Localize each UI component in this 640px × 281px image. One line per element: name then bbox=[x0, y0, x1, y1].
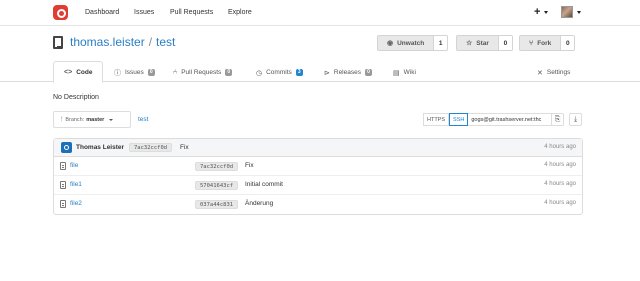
star-icon: ☆ bbox=[466, 40, 473, 47]
star-count[interactable]: 0 bbox=[498, 35, 513, 51]
download-icon: ⤓ bbox=[573, 115, 578, 123]
clone-url-group: HTTPS SSH gogs@git.trashserver.net:thc bbox=[423, 113, 553, 126]
fork-count[interactable]: 0 bbox=[561, 35, 576, 51]
fork-icon: ⑂ bbox=[529, 39, 534, 47]
tab-commits-label: Commits bbox=[266, 69, 292, 76]
eye-icon: ◉ bbox=[387, 40, 394, 47]
top-navbar: Dashboard Issues Pull Requests Explore + bbox=[0, 0, 640, 26]
tab-commits-badge: 3 bbox=[295, 69, 303, 76]
tab-wiki[interactable]: ▤ Wiki bbox=[393, 63, 416, 82]
fork-button[interactable]: ⑂ Fork bbox=[519, 35, 562, 51]
file-name-link[interactable]: file1 bbox=[70, 181, 82, 188]
repo-description: No Description bbox=[53, 94, 99, 101]
breadcrumb-repo-link[interactable]: test bbox=[138, 116, 148, 123]
tab-pull-requests[interactable]: ⑃ Pull Requests 0 bbox=[173, 63, 233, 82]
download-button[interactable]: ⤓ bbox=[569, 113, 582, 126]
tab-wiki-label: Wiki bbox=[403, 69, 416, 76]
author-avatar[interactable] bbox=[61, 142, 72, 153]
book-icon: ▤ bbox=[393, 69, 400, 77]
tab-code[interactable]: <> Code bbox=[53, 61, 104, 83]
table-row: file2 037a44c831 Änderung 4 hours ago bbox=[54, 195, 582, 214]
history-icon: ◷ bbox=[256, 69, 263, 77]
repo-separator: / bbox=[148, 35, 153, 49]
branch-icon: ᚴ bbox=[60, 116, 64, 123]
tab-issues-label: Issues bbox=[125, 69, 144, 76]
clipboard-icon: ⎘ bbox=[554, 115, 561, 123]
branch-name: master bbox=[86, 116, 105, 123]
tag-icon: ⊳ bbox=[324, 69, 330, 77]
tab-releases-label: Releases bbox=[333, 69, 361, 76]
tab-settings-label: Settings bbox=[546, 69, 571, 76]
branch-dropdown[interactable]: ᚴ Branch: master bbox=[53, 111, 131, 128]
create-new-button[interactable]: + bbox=[534, 6, 540, 18]
copy-url-button[interactable]: ⎘ bbox=[551, 113, 564, 126]
file-commit-sha[interactable]: 7ac32ccf0d bbox=[195, 162, 239, 171]
file-commit-time: 4 hours ago bbox=[544, 181, 576, 187]
star-group: ☆ Star 0 bbox=[456, 35, 513, 51]
user-avatar[interactable] bbox=[561, 6, 573, 18]
file-commit-message: Änderung bbox=[245, 200, 274, 207]
tab-issues[interactable]: ⓘ Issues 0 bbox=[114, 63, 155, 82]
commit-time: 4 hours ago bbox=[544, 144, 576, 150]
table-row: file1 57041643cf Initial commit 4 hours … bbox=[54, 176, 582, 195]
tab-pull-requests-badge: 0 bbox=[225, 69, 233, 76]
file-text-icon bbox=[60, 162, 66, 170]
user-dropdown-caret-icon[interactable] bbox=[577, 11, 581, 14]
chevron-down-icon bbox=[109, 118, 114, 121]
latest-commit-header: Thomas Leister 7ac32ccf0d Fix 4 hours ag… bbox=[54, 139, 582, 157]
tab-pull-requests-label: Pull Requests bbox=[181, 69, 222, 76]
commit-author[interactable]: Thomas Leister bbox=[76, 144, 124, 151]
file-commit-time: 4 hours ago bbox=[544, 162, 576, 168]
unwatch-label: Unwatch bbox=[397, 39, 425, 47]
unwatch-button[interactable]: ◉ Unwatch bbox=[377, 35, 435, 51]
nav-explore[interactable]: Explore bbox=[228, 9, 252, 16]
repo-owner-link[interactable]: thomas.leister bbox=[70, 35, 145, 49]
file-commit-sha[interactable]: 037a44c831 bbox=[195, 200, 239, 209]
ssh-button[interactable]: SSH bbox=[449, 113, 469, 126]
file-commit-sha[interactable]: 57041643cf bbox=[195, 181, 239, 190]
file-commit-time: 4 hours ago bbox=[544, 200, 576, 206]
tab-issues-badge: 0 bbox=[147, 69, 155, 76]
gogs-logo-icon[interactable] bbox=[53, 5, 68, 20]
file-text-icon bbox=[60, 200, 66, 208]
repo-icon bbox=[53, 36, 63, 49]
nav-issues[interactable]: Issues bbox=[134, 9, 154, 16]
tab-commits[interactable]: ◷ Commits 3 bbox=[256, 63, 303, 82]
tab-code-label: Code bbox=[76, 68, 93, 76]
repo-name-link[interactable]: test bbox=[156, 35, 175, 49]
tools-icon: ✕ bbox=[537, 69, 543, 77]
star-button[interactable]: ☆ Star bbox=[456, 35, 499, 51]
watch-count[interactable]: 1 bbox=[434, 35, 449, 51]
file-name-link[interactable]: file bbox=[70, 162, 78, 169]
tab-settings[interactable]: ✕ Settings bbox=[537, 63, 570, 82]
commit-sha-badge[interactable]: 7ac32ccf0d bbox=[129, 143, 173, 152]
https-button[interactable]: HTTPS bbox=[423, 113, 450, 126]
repo-title: thomas.leister / test bbox=[70, 35, 175, 49]
branch-prefix: Branch: bbox=[65, 116, 85, 123]
fork-group: ⑂ Fork 0 bbox=[519, 35, 576, 51]
nav-pull-requests[interactable]: Pull Requests bbox=[170, 9, 213, 16]
star-label: Star bbox=[476, 39, 489, 47]
file-text-icon bbox=[60, 181, 66, 189]
create-dropdown-caret-icon[interactable] bbox=[544, 11, 548, 14]
watch-group: ◉ Unwatch 1 bbox=[377, 35, 449, 51]
file-name-link[interactable]: file2 bbox=[70, 200, 82, 207]
file-commit-message: Initial commit bbox=[245, 181, 283, 188]
clone-url-input[interactable]: gogs@git.trashserver.net:thc bbox=[468, 113, 553, 126]
file-commit-message: Fix bbox=[245, 162, 254, 169]
nav-dashboard[interactable]: Dashboard bbox=[85, 9, 119, 16]
fork-label: Fork bbox=[537, 39, 552, 47]
tab-releases-badge: 0 bbox=[364, 69, 372, 76]
pull-request-icon: ⑃ bbox=[173, 69, 178, 76]
table-row: file 7ac32ccf0d Fix 4 hours ago bbox=[54, 157, 582, 176]
code-icon: <> bbox=[64, 68, 73, 76]
commit-message: Fix bbox=[180, 144, 189, 151]
file-table: Thomas Leister 7ac32ccf0d Fix 4 hours ag… bbox=[53, 138, 583, 215]
tab-releases[interactable]: ⊳ Releases 0 bbox=[324, 63, 372, 82]
issue-icon: ⓘ bbox=[114, 69, 121, 77]
